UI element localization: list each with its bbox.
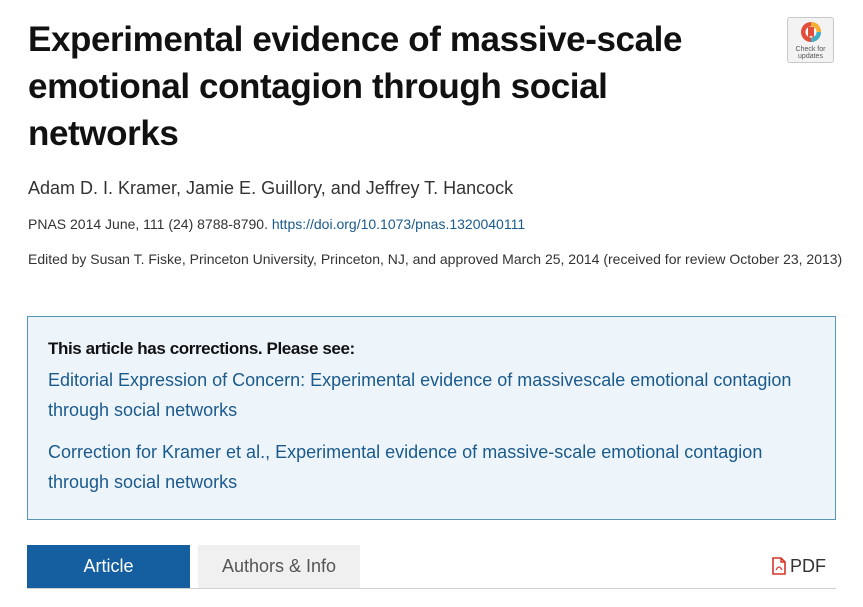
check-for-updates-badge[interactable]: Check for updates — [787, 17, 834, 63]
author-list: Adam D. I. Kramer, Jamie E. Guillory, an… — [28, 178, 514, 198]
correction-link-kramer-correction[interactable]: Correction for Kramer et al., Experiment… — [48, 437, 815, 497]
doi-link[interactable]: https://doi.org/10.1073/pnas.1320040111 — [272, 216, 525, 232]
tabs-divider — [27, 588, 836, 589]
article-title: Experimental evidence of massive-scale e… — [28, 20, 683, 153]
tab-authors-info[interactable]: Authors & Info — [198, 545, 360, 588]
check-for-updates-label: Check for updates — [795, 46, 826, 60]
tab-article[interactable]: Article — [27, 545, 190, 588]
crossmark-icon — [800, 22, 821, 42]
pdf-download-button[interactable]: PDF — [772, 554, 826, 578]
corrections-heading: This article has corrections. Please see… — [48, 339, 355, 358]
correction-link-expression-of-concern[interactable]: Editorial Expression of Concern: Experim… — [48, 365, 815, 425]
pdf-file-icon — [772, 557, 786, 575]
pdf-label: PDF — [790, 555, 826, 576]
corrections-notice: This article has corrections. Please see… — [27, 316, 836, 520]
citation-line: PNAS 2014 June, 111 (24) 8788-8790. http… — [28, 216, 525, 232]
edited-by-note: Edited by Susan T. Fiske, Princeton Univ… — [28, 251, 843, 267]
citation-text: PNAS 2014 June, 111 (24) 8788-8790. — [28, 216, 268, 232]
